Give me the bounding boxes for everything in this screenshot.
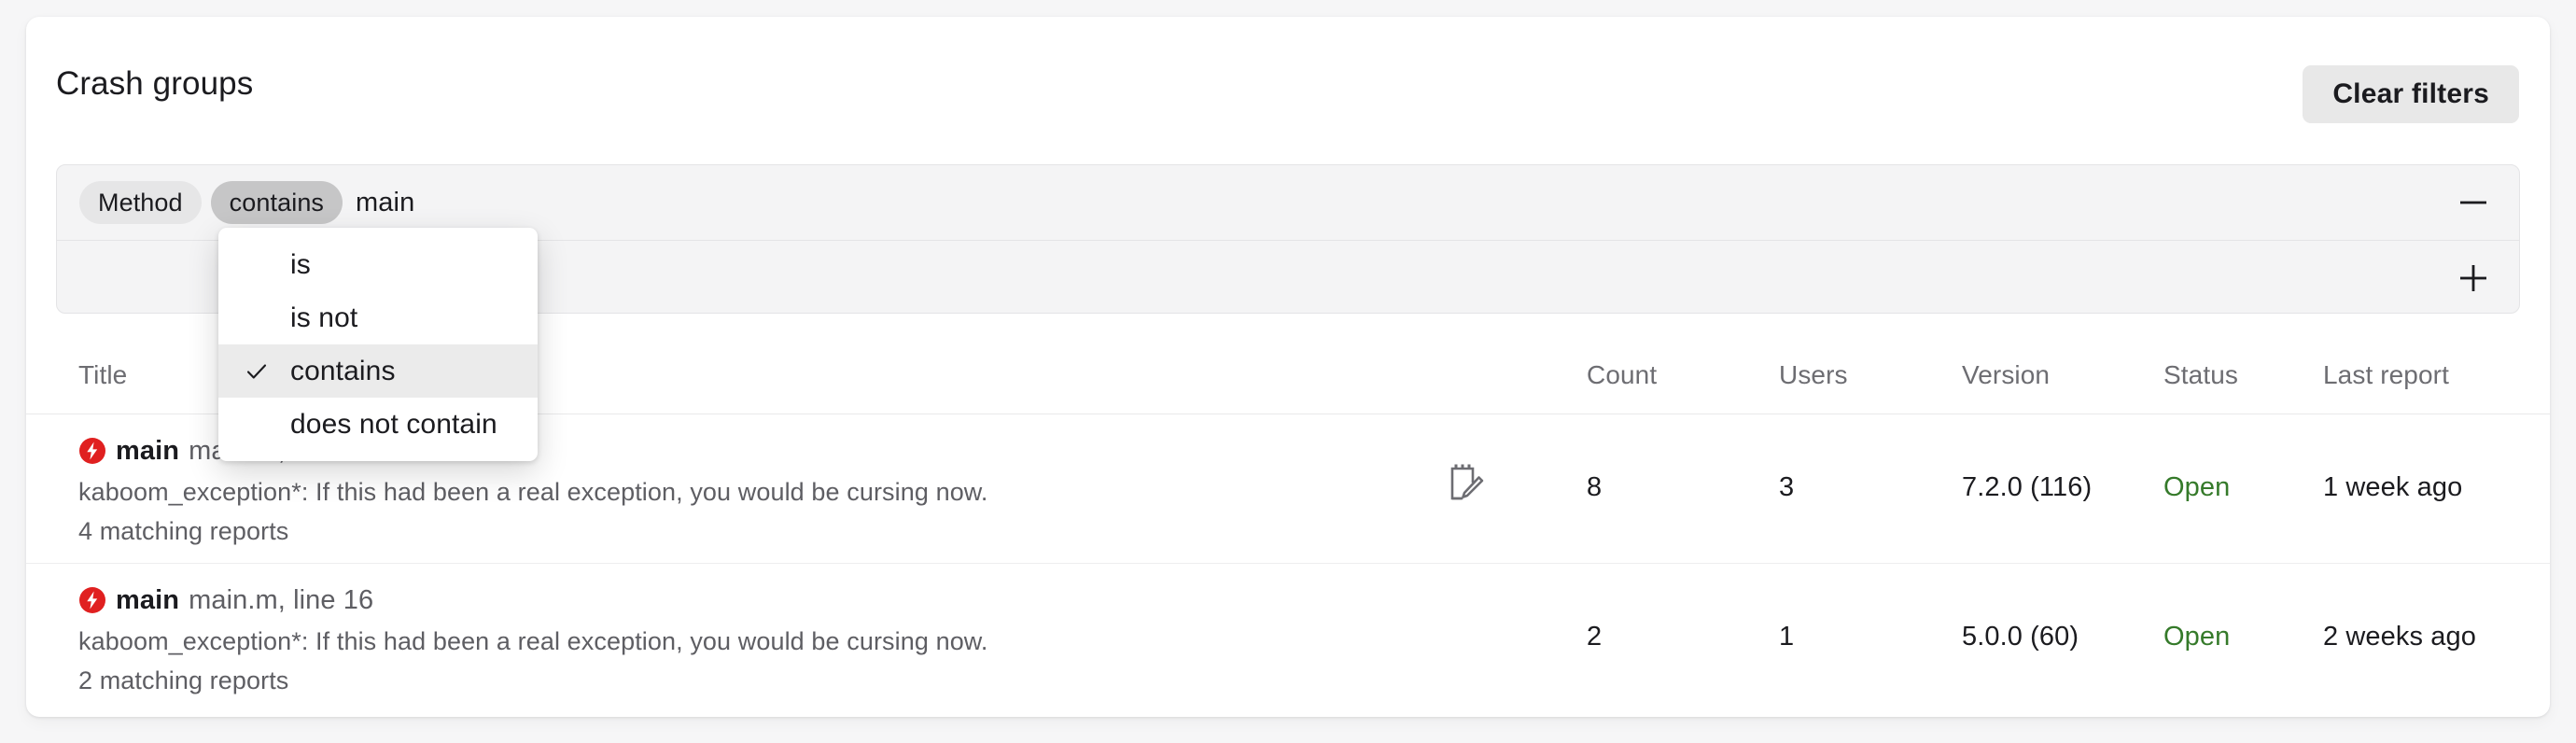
- dropdown-option-contains[interactable]: contains: [218, 344, 538, 398]
- crash-method-name: main: [116, 585, 180, 615]
- filter-field-chip[interactable]: Method: [79, 181, 202, 224]
- table-row[interactable]: main main.m, line 16 kaboom_exception*: …: [26, 564, 2550, 713]
- dropdown-option-does-not-contain[interactable]: does not contain: [218, 398, 538, 451]
- checkmark-icon: [245, 359, 269, 384]
- dropdown-option-label: does not contain: [290, 408, 497, 440]
- cell-last-report: 2 weeks ago: [2323, 622, 2476, 652]
- dropdown-option-is-not[interactable]: is not: [218, 291, 538, 344]
- filter-value-input[interactable]: main: [356, 188, 414, 218]
- crash-title-line: main main.m, line 16: [78, 584, 1404, 616]
- crash-bolt-icon: [78, 586, 106, 614]
- crash-groups-card: Crash groups Clear filters Method contai…: [26, 17, 2550, 717]
- cell-users: 1: [1779, 622, 1795, 652]
- filter-operator-chip[interactable]: contains: [210, 181, 343, 224]
- crash-matching-reports: 2 matching reports: [78, 666, 289, 694]
- dropdown-option-label: is not: [290, 301, 358, 333]
- dropdown-option-label: contains: [290, 355, 396, 386]
- crash-bolt-icon: [78, 437, 106, 465]
- crash-exception-text: kaboom_exception*: If this had been a re…: [78, 627, 988, 655]
- column-header-version[interactable]: Version: [1962, 360, 2050, 390]
- crash-title-block: main main.m, line 16 kaboom_exception*: …: [78, 584, 1404, 696]
- dropdown-option-label: is: [290, 248, 311, 280]
- crash-groups-page: Crash groups Clear filters Method contai…: [0, 0, 2576, 743]
- status-badge: Open: [2163, 472, 2231, 502]
- note-edit-icon[interactable]: [1445, 461, 1488, 508]
- add-filter-button[interactable]: [2448, 253, 2499, 303]
- crash-matching-reports: 4 matching reports: [78, 517, 289, 545]
- column-header-count[interactable]: Count: [1587, 360, 1657, 390]
- column-header-title[interactable]: Title: [78, 360, 127, 390]
- crash-method-name: main: [116, 436, 180, 466]
- dropdown-option-is[interactable]: is: [218, 238, 538, 291]
- cell-count: 8: [1587, 472, 1603, 502]
- clear-filters-button[interactable]: Clear filters: [2303, 65, 2519, 123]
- remove-filter-button[interactable]: [2448, 177, 2499, 228]
- crash-file-location: main.m, line 16: [189, 585, 374, 615]
- column-header-users[interactable]: Users: [1779, 360, 1848, 390]
- operator-dropdown-menu[interactable]: is is not contains does not contain: [218, 228, 538, 461]
- cell-version: 5.0.0 (60): [1962, 622, 2079, 652]
- cell-version: 7.2.0 (116): [1962, 472, 2093, 502]
- status-badge: Open: [2163, 622, 2231, 652]
- column-header-status[interactable]: Status: [2163, 360, 2238, 390]
- page-title: Crash groups: [56, 65, 254, 102]
- plus-icon: [2457, 261, 2490, 295]
- crash-exception-text: kaboom_exception*: If this had been a re…: [78, 478, 988, 506]
- cell-last-report: 1 week ago: [2323, 472, 2463, 502]
- minus-icon: [2457, 186, 2490, 219]
- cell-count: 2: [1587, 622, 1603, 652]
- card-header: Crash groups Clear filters: [26, 17, 2550, 138]
- cell-users: 3: [1779, 472, 1795, 502]
- column-header-last-report[interactable]: Last report: [2323, 360, 2449, 390]
